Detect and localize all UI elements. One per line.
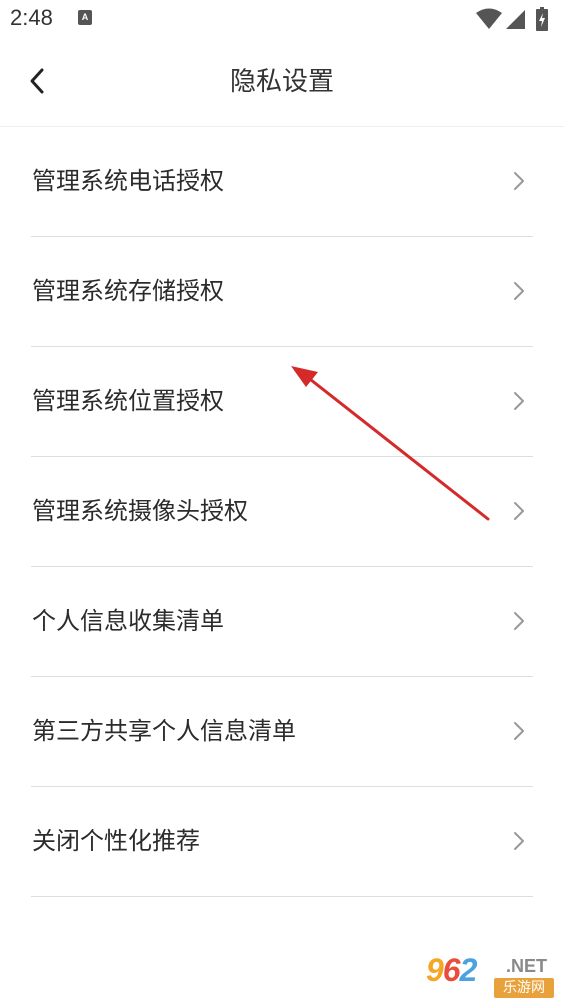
chevron-right-icon [513, 721, 525, 741]
chevron-right-icon [513, 831, 525, 851]
menu-item-personal-info-list[interactable]: 个人信息收集清单 [31, 567, 533, 677]
notification-icon: A [78, 10, 92, 25]
menu-item-phone-permission[interactable]: 管理系统电话授权 [31, 127, 533, 237]
menu-item-label: 个人信息收集清单 [32, 607, 224, 635]
watermark-subtitle: 乐游网 [494, 978, 554, 998]
menu-item-label: 管理系统摄像头授权 [32, 497, 248, 525]
battery-charging-icon [536, 7, 548, 31]
chevron-right-icon [513, 611, 525, 631]
wifi-icon [476, 8, 502, 29]
header: 隐私设置 [0, 40, 564, 127]
chevron-right-icon [513, 501, 525, 521]
menu-item-camera-permission[interactable]: 管理系统摄像头授权 [31, 457, 533, 567]
privacy-settings-list: 管理系统电话授权 管理系统存储授权 管理系统位置授权 管理系统摄像头授权 个人信… [31, 127, 533, 897]
chevron-right-icon [513, 171, 525, 191]
status-time: 2:48 [10, 5, 53, 30]
signal-icon [506, 10, 525, 29]
menu-item-location-permission[interactable]: 管理系统位置授权 [31, 347, 533, 457]
menu-item-label: 关闭个性化推荐 [32, 827, 200, 855]
menu-item-label: 管理系统电话授权 [32, 167, 224, 195]
menu-item-disable-personalized-recommendations[interactable]: 关闭个性化推荐 [31, 787, 533, 897]
menu-item-third-party-sharing-list[interactable]: 第三方共享个人信息清单 [31, 677, 533, 787]
watermark-logo: 962 .NET 乐游网 [424, 952, 558, 1000]
watermark-suffix: .NET [506, 956, 548, 976]
menu-item-label: 第三方共享个人信息清单 [32, 717, 296, 745]
menu-item-label: 管理系统存储授权 [32, 277, 224, 305]
page-title: 隐私设置 [229, 67, 334, 97]
status-icons [476, 7, 556, 31]
watermark-digits: 962 [426, 952, 477, 988]
chevron-right-icon [513, 281, 525, 301]
menu-item-label: 管理系统位置授权 [32, 387, 224, 415]
menu-item-storage-permission[interactable]: 管理系统存储授权 [31, 237, 533, 347]
status-bar: 2:48 A [0, 0, 564, 40]
chevron-right-icon [513, 391, 525, 411]
